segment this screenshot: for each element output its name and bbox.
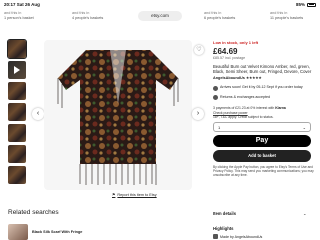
made-by: Made by AngelsAboundUs xyxy=(213,234,262,239)
browser-tab-strip: and this in 1 person's basket and this i… xyxy=(0,8,320,30)
returns-info: Returns & exchanges accepted xyxy=(213,95,315,101)
related-search-label: Black Silk Scarf With Fringe xyxy=(32,230,83,234)
delivery-info: Arrives soon! Get it by 05-12 Sept if yo… xyxy=(213,85,315,91)
thumbnail-video[interactable] xyxy=(8,61,26,79)
tab-1[interactable]: and this in 1 person's basket xyxy=(4,11,34,21)
heart-icon: ♡ xyxy=(196,47,202,53)
item-details-toggle[interactable]: Item details ⌄ xyxy=(213,211,307,216)
status-time: 20:17 Sat 26 Aug xyxy=(4,2,40,7)
product-title: Beautiful Burn out Velvet Kimono Amber, … xyxy=(213,64,312,75)
add-to-basket-button[interactable]: Add to basket xyxy=(213,150,311,163)
status-right: 85% xyxy=(296,2,316,7)
thumbnail-6[interactable] xyxy=(8,145,26,163)
return-icon xyxy=(213,95,218,101)
klarna-logo: Klarna xyxy=(275,106,286,111)
status-bar: 20:17 Sat 26 Aug 85% xyxy=(0,0,320,8)
battery-icon xyxy=(307,2,316,7)
battery-percent: 85% xyxy=(295,2,305,7)
product-detail-panel: Low in stock, only 1 left £64.69 £85.57 … xyxy=(213,40,315,177)
chevron-down-icon: ⌄ xyxy=(303,211,307,216)
shop-name-row[interactable]: AngelsAboundUs ★★★★★ xyxy=(213,76,315,81)
thumbnail-4[interactable] xyxy=(8,103,26,121)
chevron-down-icon: ⌄ xyxy=(302,125,306,131)
flag-icon: ⚑ xyxy=(112,193,116,197)
play-icon xyxy=(14,66,20,74)
related-searches-heading: Related searches xyxy=(8,209,59,216)
chevron-right-icon: › xyxy=(196,110,200,117)
thumbnail-7[interactable] xyxy=(8,166,26,184)
url-bar[interactable]: etsy.com xyxy=(138,11,182,21)
prev-image-button[interactable]: ‹ xyxy=(32,108,44,120)
thumbnail-list xyxy=(7,39,28,187)
tab-3[interactable]: and this in 6 people's baskets xyxy=(204,11,235,21)
report-item-link[interactable]: ⚑ Report this item to Etsy xyxy=(112,192,157,198)
klarna-info: 3 payments of £21.23 at 0% interest with… xyxy=(213,106,286,119)
thumbnail-3[interactable] xyxy=(8,82,26,100)
price: £64.69 xyxy=(213,47,238,56)
tab-4[interactable]: and this in 11 people's baskets xyxy=(270,11,303,21)
related-search-image xyxy=(8,224,28,240)
apple-pay-fineprint: By clicking the Apple Pay button, you ag… xyxy=(213,165,314,178)
favorite-button[interactable]: ♡ xyxy=(194,45,204,55)
highlights-heading: Highlights xyxy=(213,226,234,231)
tab-2[interactable]: and this in 4 people's baskets xyxy=(72,11,103,21)
thumbnail-5[interactable] xyxy=(8,124,26,142)
related-search-card[interactable]: Black Silk Scarf With Fringe xyxy=(8,224,103,240)
chevron-left-icon: ‹ xyxy=(36,110,40,117)
star-rating: ★★★★★ xyxy=(245,76,262,81)
quantity-select[interactable]: 1 ⌄ xyxy=(213,122,311,133)
thumbnail-1[interactable] xyxy=(7,39,27,59)
main-product-image[interactable] xyxy=(44,40,192,190)
truck-icon xyxy=(213,85,218,91)
apple-pay-button[interactable]: Pay xyxy=(213,135,311,148)
shop-name[interactable]: AngelsAboundUs xyxy=(213,76,245,80)
low-stock-notice: Low in stock, only 1 left xyxy=(213,40,259,45)
next-image-button[interactable]: › xyxy=(192,108,204,120)
hand-icon xyxy=(213,234,218,239)
kimono-image xyxy=(57,50,179,185)
original-price: £85.57 incl. postage xyxy=(213,56,246,60)
